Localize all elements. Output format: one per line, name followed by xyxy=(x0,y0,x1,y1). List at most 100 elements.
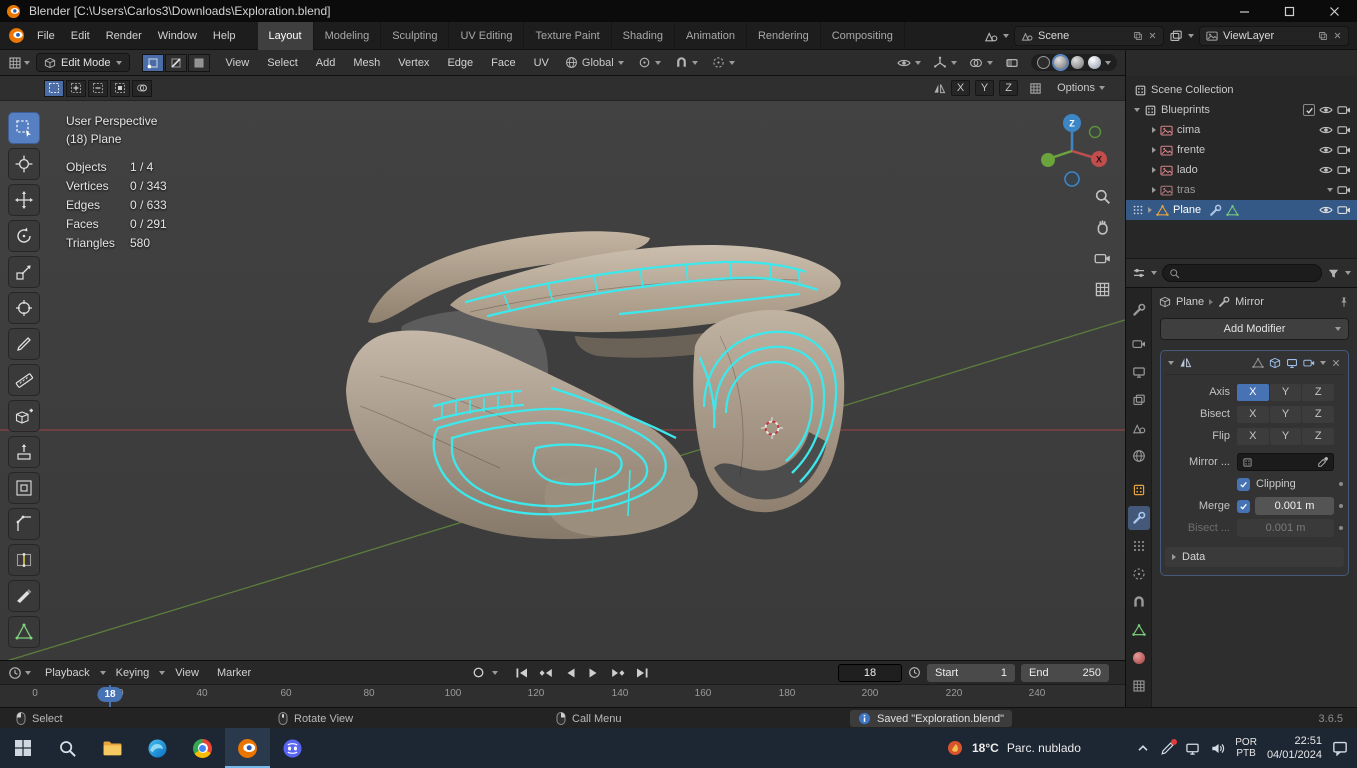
axis-y-toggle[interactable]: Y xyxy=(1269,383,1302,401)
viewlayer-dropdown-icon[interactable] xyxy=(1188,33,1194,38)
hide-eye-icon[interactable] xyxy=(1319,103,1333,117)
modifier-extras-icon[interactable] xyxy=(1320,360,1326,365)
taskbar-chrome[interactable] xyxy=(180,728,225,768)
menu-playback[interactable]: Playback xyxy=(37,659,98,687)
tool-rotate[interactable] xyxy=(8,220,40,252)
shading-dropdown-icon[interactable] xyxy=(1105,60,1111,65)
face-select-mode-button[interactable] xyxy=(187,53,210,72)
animate-dot[interactable] xyxy=(1339,526,1343,530)
jump-prev-keyframe-button[interactable] xyxy=(536,664,556,682)
select-subtract-button[interactable] xyxy=(88,79,108,97)
tool-knife[interactable] xyxy=(8,580,40,612)
menu-keying[interactable]: Keying xyxy=(108,659,158,687)
tool-transform[interactable] xyxy=(8,292,40,324)
data-subpanel-header[interactable]: Data xyxy=(1165,547,1344,567)
tab-scene[interactable] xyxy=(1128,416,1150,440)
menu-help[interactable]: Help xyxy=(205,22,244,50)
select-extend-button[interactable] xyxy=(66,79,86,97)
tab-modeling[interactable]: Modeling xyxy=(314,21,382,50)
snapping-selector[interactable] xyxy=(675,56,698,69)
select-invert-button[interactable] xyxy=(110,79,130,97)
item-expand-icon[interactable] xyxy=(1152,127,1156,133)
outliner-row-blueprints[interactable]: Blueprints xyxy=(1126,100,1357,120)
flip-z-toggle[interactable]: Z xyxy=(1302,427,1335,445)
animate-dot[interactable] xyxy=(1339,482,1343,486)
jump-next-keyframe-button[interactable] xyxy=(608,664,628,682)
tab-texture-paint[interactable]: Texture Paint xyxy=(524,21,612,50)
tool-move[interactable] xyxy=(8,184,40,216)
tab-object[interactable] xyxy=(1128,478,1150,502)
properties-editor-icon[interactable] xyxy=(1132,266,1146,280)
auto-keying-button[interactable] xyxy=(468,664,488,682)
tab-world[interactable] xyxy=(1128,444,1150,468)
browse-viewlayer-icon[interactable] xyxy=(1169,29,1183,43)
new-viewlayer-icon[interactable] xyxy=(1318,31,1328,41)
end-frame-field[interactable]: End 250 xyxy=(1021,663,1109,682)
outliner-row-cima[interactable]: cima xyxy=(1126,120,1357,140)
properties-editor-dropdown-icon[interactable] xyxy=(1151,271,1157,275)
render-toggle-icon[interactable] xyxy=(1303,357,1315,369)
tool-bevel[interactable] xyxy=(8,508,40,540)
render-camera-icon[interactable] xyxy=(1337,103,1351,117)
breadcrumb-object[interactable]: Plane xyxy=(1176,296,1204,308)
animate-dot[interactable] xyxy=(1339,504,1343,508)
render-camera-icon[interactable] xyxy=(1337,163,1351,177)
current-frame-field[interactable]: 18 xyxy=(838,663,902,682)
timeline-editor-dropdown-icon[interactable] xyxy=(25,670,31,675)
tool-loop-cut[interactable] xyxy=(8,544,40,576)
item-expand-icon[interactable] xyxy=(1152,147,1156,153)
tool-annotate[interactable] xyxy=(8,328,40,360)
clipping-checkbox[interactable] xyxy=(1237,477,1250,491)
hide-dropdown-icon[interactable] xyxy=(1327,188,1333,192)
browse-scene-icon[interactable] xyxy=(984,29,998,43)
merge-checkbox[interactable] xyxy=(1237,499,1250,513)
taskbar-search-button[interactable] xyxy=(45,728,90,768)
tab-physics[interactable] xyxy=(1128,562,1150,586)
menu-render[interactable]: Render xyxy=(98,22,150,50)
taskbar-file-explorer[interactable] xyxy=(90,728,135,768)
outliner-row-tras[interactable]: tras xyxy=(1126,180,1357,200)
realtime-toggle-icon[interactable] xyxy=(1286,357,1298,369)
mirror-y-toggle[interactable]: Y xyxy=(975,80,995,96)
bisect-distance-field[interactable]: 0.001 m xyxy=(1237,519,1334,537)
menu-mesh[interactable]: Mesh xyxy=(345,49,388,77)
overlays-selector[interactable] xyxy=(969,56,993,70)
tray-expand-icon[interactable] xyxy=(1136,741,1150,755)
visibility-selector[interactable] xyxy=(897,56,921,70)
menu-face[interactable]: Face xyxy=(483,49,523,77)
taskbar-blender[interactable] xyxy=(225,728,270,768)
play-button[interactable] xyxy=(584,664,604,682)
keying-set-dropdown-icon[interactable] xyxy=(492,670,498,675)
close-button[interactable] xyxy=(1312,0,1357,22)
tool-cursor[interactable] xyxy=(8,148,40,180)
editor-type-dropdown-icon[interactable] xyxy=(24,60,30,65)
jump-to-start-button[interactable] xyxy=(512,664,532,682)
outliner-row-scene-collection[interactable]: Scene Collection xyxy=(1126,80,1357,100)
tab-tool[interactable] xyxy=(1128,298,1150,322)
editmode-toggle-icon[interactable] xyxy=(1269,357,1281,369)
collection-checkbox[interactable] xyxy=(1303,104,1315,116)
scene-selector[interactable]: Scene xyxy=(1014,25,1164,46)
action-center-icon[interactable] xyxy=(1332,740,1348,756)
tab-view-layer[interactable] xyxy=(1128,388,1150,412)
tool-extrude-region[interactable] xyxy=(8,436,40,468)
start-button[interactable] xyxy=(0,728,45,768)
item-expand-icon[interactable] xyxy=(1148,207,1152,213)
tab-render[interactable] xyxy=(1128,332,1150,356)
navigation-gizmo[interactable]: Z X xyxy=(1027,106,1117,196)
maximize-button[interactable] xyxy=(1267,0,1312,22)
editor-type-icon[interactable] xyxy=(8,56,22,70)
menu-tl-view[interactable]: View xyxy=(167,659,207,687)
blender-menu-icon[interactable] xyxy=(8,27,25,44)
item-expand-icon[interactable] xyxy=(1152,167,1156,173)
item-expand-icon[interactable] xyxy=(1152,187,1156,193)
tool-scale[interactable] xyxy=(8,256,40,288)
gizmos-selector[interactable] xyxy=(933,56,957,70)
mesh-data-icon[interactable] xyxy=(1226,204,1239,217)
remove-viewlayer-icon[interactable] xyxy=(1333,31,1342,40)
hide-eye-icon[interactable] xyxy=(1319,143,1333,157)
outliner-row-lado[interactable]: lado xyxy=(1126,160,1357,180)
jump-to-end-button[interactable] xyxy=(632,664,652,682)
timeline-ruler[interactable]: 0 20 40 60 80 100 120 140 160 180 200 22… xyxy=(0,684,1125,707)
tab-animation[interactable]: Animation xyxy=(675,21,747,50)
